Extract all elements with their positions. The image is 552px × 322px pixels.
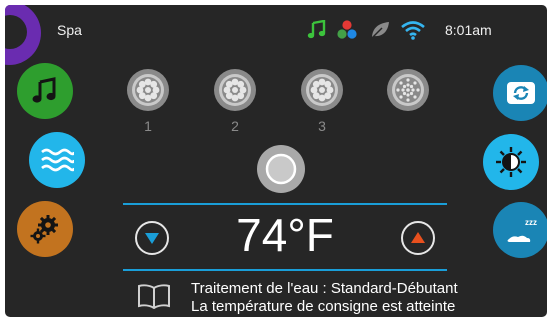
temp-down-button[interactable] [135, 221, 169, 255]
pump-2-label: 2 [231, 118, 239, 134]
waves-icon [41, 148, 74, 172]
light-button[interactable] [483, 134, 539, 190]
pump-3-label: 3 [318, 118, 326, 134]
blower-button[interactable] [387, 69, 429, 111]
svg-text:zzz: zzz [525, 218, 537, 227]
gears-icon [30, 215, 58, 244]
spa-control-screen: Spa 8:01am zzz 1 2 3 74°F Traitement de … [5, 5, 547, 317]
divider-top [123, 203, 447, 205]
music-note-icon [32, 77, 56, 103]
sleep-button[interactable]: zzz [493, 202, 547, 258]
book-icon[interactable] [136, 283, 172, 309]
divider-bottom [123, 269, 447, 271]
refresh-icon [507, 82, 535, 104]
setpoint-message: La température de consigne est atteinte [191, 298, 456, 315]
color-light-icon [337, 20, 357, 39]
ring-icon [265, 153, 297, 185]
jet-icon [306, 74, 338, 106]
refresh-button[interactable] [493, 65, 547, 121]
pump-1-button[interactable] [127, 69, 169, 111]
settings-button[interactable] [17, 201, 73, 257]
water-care-button[interactable] [29, 132, 85, 188]
pump-2-button[interactable] [214, 69, 256, 111]
leaf-icon [370, 22, 389, 40]
jet-icon [219, 74, 251, 106]
temp-up-button[interactable] [401, 221, 435, 255]
wifi-icon [401, 21, 425, 40]
jet-icon [132, 74, 164, 106]
pump-1-label: 1 [144, 118, 152, 134]
clock-time: 8:01am [445, 22, 492, 38]
page-title: Spa [57, 22, 82, 38]
triangle-up-icon [411, 232, 425, 243]
pump-3-button[interactable] [301, 69, 343, 111]
sleep-icon: zzz [506, 217, 537, 242]
triangle-down-icon [145, 233, 159, 244]
blower-icon [392, 74, 424, 106]
main-power-button[interactable] [257, 145, 305, 193]
temperature-readout: 74°F [236, 209, 334, 261]
audio-button[interactable] [17, 63, 73, 119]
music-note-icon [307, 20, 326, 39]
sun-icon [496, 147, 526, 177]
water-care-message: Traitement de l'eau : Standard-Débutant [191, 280, 458, 297]
